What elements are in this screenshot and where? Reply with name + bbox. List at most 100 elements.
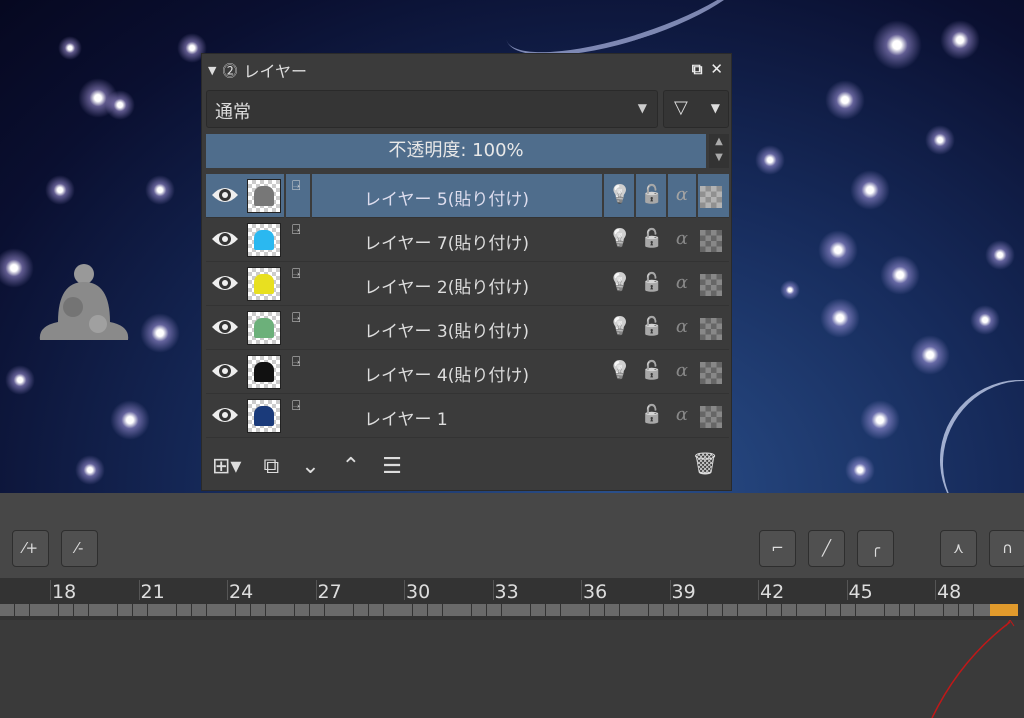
move-layer-down-button[interactable]: ⌄ — [301, 454, 319, 479]
inherit-alpha-icon[interactable] — [700, 318, 722, 340]
constant-interpolation-button[interactable]: ⌐ — [759, 530, 796, 567]
bezier-interpolation-button[interactable]: ╭ — [857, 530, 894, 567]
layer-name[interactable]: レイヤー 3(貼り付け) — [364, 317, 529, 342]
lock-docker-icon[interactable]: ⓶ — [222, 60, 237, 81]
frame-cell[interactable] — [870, 604, 885, 616]
lock-icon[interactable]: 🔓 — [638, 360, 666, 381]
alpha-lock-icon[interactable]: α — [668, 272, 696, 293]
linear-interpolation-button[interactable]: ╱ — [808, 530, 845, 567]
frame-cell[interactable] — [280, 604, 295, 616]
inherit-alpha-icon[interactable] — [700, 186, 722, 208]
onion-skin-icon[interactable]: 💡 — [606, 184, 634, 205]
layer-name[interactable]: レイヤー 2(貼り付け) — [364, 273, 529, 298]
spin-up-icon[interactable]: ▲ — [709, 134, 729, 150]
frame-cell[interactable] — [767, 604, 781, 616]
frame-cell[interactable] — [59, 604, 73, 616]
lock-icon[interactable]: 🔓 — [638, 404, 666, 425]
add-keyframe-button[interactable]: ⁄+ — [12, 530, 49, 567]
frame-cell[interactable] — [132, 604, 147, 616]
alpha-lock-icon[interactable]: α — [668, 228, 696, 249]
frame-cell[interactable] — [73, 604, 88, 616]
frame-cell[interactable] — [708, 604, 722, 616]
frame-cell[interactable] — [147, 604, 162, 616]
lock-icon[interactable]: 🔓 — [638, 316, 666, 337]
alpha-lock-icon[interactable]: α — [668, 316, 696, 337]
frame-cell[interactable] — [472, 604, 486, 616]
frame-cell[interactable] — [295, 604, 309, 616]
frame-cell[interactable] — [501, 604, 516, 616]
alpha-lock-icon[interactable]: α — [668, 360, 696, 381]
frame-cell[interactable] — [649, 604, 663, 616]
frame-cell[interactable] — [486, 604, 501, 616]
current-frame-cell[interactable] — [990, 604, 1018, 616]
visibility-eye-icon[interactable] — [210, 227, 240, 251]
frame-cell[interactable] — [162, 604, 177, 616]
frame-cell[interactable] — [265, 604, 280, 616]
frame-cell[interactable] — [944, 604, 958, 616]
visibility-eye-icon[interactable] — [210, 403, 240, 427]
frame-cell[interactable] — [663, 604, 678, 616]
spin-down-icon[interactable]: ▼ — [709, 150, 729, 166]
layer-filter-button[interactable]: ▽ ▼ — [663, 90, 729, 128]
frame-cell[interactable] — [383, 604, 398, 616]
frame-cell[interactable] — [103, 604, 118, 616]
inherit-alpha-icon[interactable] — [700, 274, 722, 296]
inherit-alpha-icon[interactable] — [700, 362, 722, 384]
frame-cell[interactable] — [206, 604, 221, 616]
frame-cell[interactable] — [973, 604, 988, 616]
lock-icon[interactable]: 🔓 — [638, 272, 666, 293]
frame-ruler[interactable]: 18 21 24 27 30 33 36 39 42 45 48 — [0, 578, 1024, 620]
layer-row[interactable]: ⍈ レイヤー 4(貼り付け) 💡 🔓 α — [206, 350, 729, 394]
frame-cell[interactable] — [914, 604, 929, 616]
frame-cell[interactable] — [796, 604, 811, 616]
onion-skin-icon[interactable]: 💡 — [606, 360, 634, 381]
layer-row[interactable]: ⍈ レイヤー 1 🔓 α — [206, 394, 729, 438]
visibility-eye-icon[interactable] — [210, 359, 240, 383]
frame-cell[interactable] — [177, 604, 191, 616]
delete-layer-button[interactable]: 🗑 — [691, 452, 719, 477]
frame-cell[interactable] — [811, 604, 826, 616]
frame-cell[interactable] — [531, 604, 545, 616]
frame-cell[interactable] — [575, 604, 590, 616]
frame-cell[interactable] — [398, 604, 413, 616]
frame-cell[interactable] — [14, 604, 29, 616]
frame-cell[interactable] — [545, 604, 560, 616]
alpha-lock-icon[interactable]: α — [668, 404, 696, 425]
sharp-tangent-button[interactable]: ⋏ — [940, 530, 977, 567]
layer-row[interactable]: ⍈ レイヤー 7(貼り付け) 💡 🔓 α — [206, 218, 729, 262]
frame-cell[interactable] — [885, 604, 899, 616]
frame-cell[interactable] — [678, 604, 693, 616]
layer-row[interactable]: ⍈ レイヤー 3(貼り付け) 💡 🔓 α — [206, 306, 729, 350]
smooth-tangent-button[interactable]: ∩ — [989, 530, 1024, 567]
frame-cell[interactable] — [693, 604, 708, 616]
frame-cell[interactable] — [29, 604, 44, 616]
collapse-icon[interactable]: ▼ — [208, 64, 216, 77]
layer-name[interactable]: レイヤー 4(貼り付け) — [364, 361, 529, 386]
visibility-eye-icon[interactable] — [210, 315, 240, 339]
frame-cell[interactable] — [929, 604, 944, 616]
frame-cell[interactable] — [236, 604, 250, 616]
lock-icon[interactable]: 🔓 — [638, 184, 666, 205]
frame-cell[interactable] — [560, 604, 575, 616]
frame-cell[interactable] — [413, 604, 427, 616]
frame-cell[interactable] — [752, 604, 767, 616]
inherit-alpha-icon[interactable] — [700, 406, 722, 428]
onion-skin-icon[interactable]: 💡 — [606, 316, 634, 337]
frame-cell[interactable] — [958, 604, 973, 616]
float-docker-icon[interactable]: ⧉ — [692, 60, 703, 78]
frame-cell[interactable] — [118, 604, 132, 616]
opacity-slider[interactable]: 不透明度: 100% — [206, 134, 706, 168]
alpha-lock-icon[interactable]: α — [668, 184, 696, 205]
frame-cell[interactable] — [0, 604, 14, 616]
move-layer-up-button[interactable]: ⌃ — [342, 454, 360, 479]
frame-cell[interactable] — [88, 604, 103, 616]
visibility-eye-icon[interactable] — [210, 183, 240, 207]
frame-cell[interactable] — [840, 604, 855, 616]
frame-cell[interactable] — [722, 604, 737, 616]
frame-cell[interactable] — [309, 604, 324, 616]
remove-keyframe-button[interactable]: ⁄- — [61, 530, 98, 567]
frame-cell[interactable] — [250, 604, 265, 616]
inherit-alpha-icon[interactable] — [700, 230, 722, 252]
lock-icon[interactable]: 🔓 — [638, 228, 666, 249]
frame-cell[interactable] — [324, 604, 339, 616]
